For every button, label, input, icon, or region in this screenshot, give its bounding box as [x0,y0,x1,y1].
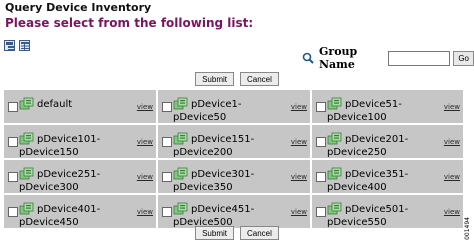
group-name: default [37,99,73,110]
group-checkbox[interactable] [316,102,326,112]
submit-button[interactable]: Submit [195,226,234,240]
table-view-icon[interactable] [19,40,30,51]
group-name: pDevice201-pDevice250 [327,134,409,158]
view-link[interactable]: view [137,138,153,146]
go-button[interactable]: Go [453,50,474,66]
device-group-cell: pDevice151-pDevice200 view [158,125,310,158]
cancel-button[interactable]: Cancel [240,72,279,86]
view-link[interactable]: view [137,173,153,181]
device-group-cell: default view [4,90,156,123]
device-group-cell: pDevice351-pDevice400 view [312,160,463,193]
group-name: pDevice151-pDevice200 [173,134,255,158]
figure-id: 001494 [464,217,471,240]
view-link[interactable]: view [444,103,460,111]
view-link[interactable]: view [444,208,460,216]
bottom-button-row: Submit Cancel [0,226,474,240]
group-checkbox[interactable] [8,102,18,112]
device-group-cell: pDevice201-pDevice250 view [312,125,463,158]
group-name: pDevice401-pDevice450 [19,204,101,228]
group-name: pDevice51-pDevice100 [327,99,402,123]
view-link[interactable]: view [444,138,460,146]
view-link[interactable]: view [291,208,307,216]
device-group-cell: pDevice451-pDevice500 view [158,195,310,228]
group-checkbox[interactable] [162,172,172,182]
group-name: pDevice251-pDevice300 [19,169,101,193]
device-group-cell: pDevice1-pDevice50 view [158,90,310,123]
device-group-cell: pDevice251-pDevice300 view [4,160,156,193]
view-link[interactable]: view [137,208,153,216]
group-search: Group Name Go [302,45,474,71]
view-link[interactable]: view [291,138,307,146]
device-group-cell: pDevice51-pDevice100 view [312,90,463,123]
search-icon [302,49,314,68]
group-name: pDevice351-pDevice400 [327,169,409,193]
device-group-cell: pDevice101-pDevice150 view [4,125,156,158]
submit-button[interactable]: Submit [195,72,234,86]
view-link[interactable]: view [137,103,153,111]
group-name-label: Group Name [319,45,358,71]
cancel-button[interactable]: Cancel [240,226,279,240]
group-name: pDevice1-pDevice50 [173,99,242,123]
group-checkbox[interactable] [162,102,172,112]
group-checkbox[interactable] [8,207,18,217]
view-link[interactable]: view [291,103,307,111]
group-checkbox[interactable] [162,207,172,217]
group-checkbox[interactable] [8,172,18,182]
group-checkbox[interactable] [8,137,18,147]
group-name: pDevice451-pDevice500 [173,204,255,228]
page-subtitle: Please select from the following list: [5,16,254,30]
view-link[interactable]: view [444,173,460,181]
group-checkbox[interactable] [316,207,326,217]
group-name-input[interactable] [388,50,451,66]
top-button-row: Submit Cancel [0,72,474,86]
group-checkbox[interactable] [316,137,326,147]
group-name: pDevice501-pDevice550 [327,204,409,228]
group-checkbox[interactable] [316,172,326,182]
group-checkbox[interactable] [162,137,172,147]
device-group-cell: pDevice401-pDevice450 view [4,195,156,228]
tree-view-icon[interactable] [4,40,15,51]
view-link[interactable]: view [291,173,307,181]
view-toggle [4,40,30,51]
device-group-grid: default view pDevice1-pDevice50 view pDevice… [4,90,463,228]
device-group-cell: pDevice501-pDevice550 view [312,195,463,228]
device-group-cell: pDevice301-pDevice350 view [158,160,310,193]
group-name: pDevice101-pDevice150 [19,134,101,158]
group-name: pDevice301-pDevice350 [173,169,255,193]
page-title: Query Device Inventory [5,1,152,14]
